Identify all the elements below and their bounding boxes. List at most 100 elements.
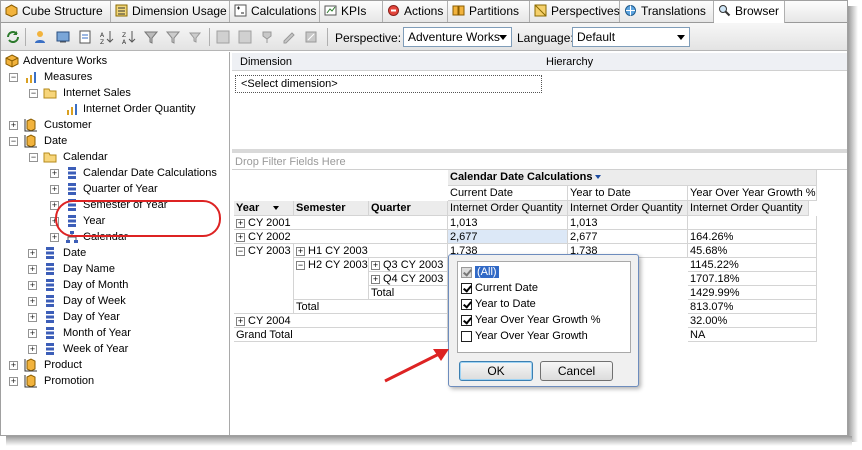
tree-node-quarter-of-year[interactable]: + Quarter of Year	[50, 182, 225, 198]
expand-icon[interactable]: +	[236, 317, 245, 326]
row-member-h1cy2003[interactable]: + H1 CY 2003	[294, 244, 448, 258]
tab-translations[interactable]: Translations	[620, 1, 714, 22]
dropdown-arrow-icon[interactable]	[595, 175, 602, 179]
row-header-semester[interactable]: Semester	[294, 201, 369, 216]
expand-icon[interactable]: +	[28, 345, 37, 354]
tree-node-week-of-year[interactable]: + Week of Year	[28, 342, 203, 358]
clear-results-icon[interactable]	[303, 29, 319, 45]
field-list-icon[interactable]	[237, 29, 253, 45]
dropdown-arrow-icon[interactable]	[273, 206, 280, 210]
collapse-icon[interactable]: −	[29, 89, 38, 98]
filter-icon[interactable]	[143, 29, 159, 45]
tab-calculations[interactable]: Calculations	[230, 1, 320, 22]
tree-node-measures[interactable]: − Measures	[9, 70, 189, 86]
row-member-q3cy2003[interactable]: + Q3 CY 2003	[369, 258, 448, 272]
row-header-year[interactable]: Year	[234, 201, 294, 216]
tree-node-customer[interactable]: + Customer	[9, 118, 189, 134]
calculations-icon	[234, 4, 247, 17]
row-member-h2cy2003[interactable]: − H2 CY 2003	[294, 258, 369, 300]
expand-icon[interactable]: +	[50, 185, 59, 194]
column-header-yoy-growth-pct[interactable]: Year Over Year Growth %	[688, 186, 817, 201]
expand-icon[interactable]: +	[50, 169, 59, 178]
sort-descending-icon[interactable]: ZA	[121, 29, 137, 45]
expand-icon[interactable]: +	[296, 247, 305, 256]
change-user-icon[interactable]	[33, 29, 49, 45]
column-header-current-date[interactable]: Current Date	[448, 186, 568, 201]
tree-node-promotion[interactable]: + Promotion	[9, 374, 189, 390]
checkbox[interactable]	[461, 315, 472, 326]
tab-actions[interactable]: Actions	[383, 1, 448, 22]
row-member-cy2002[interactable]: + CY 2002	[234, 230, 448, 244]
tree-node-day-of-week[interactable]: + Day of Week	[28, 294, 203, 310]
expand-icon[interactable]: +	[28, 297, 37, 306]
checkbox[interactable]	[461, 267, 472, 278]
table-cell: 1429.99%	[688, 286, 817, 300]
language-select[interactable]: Default	[572, 27, 690, 47]
checkbox[interactable]	[461, 283, 472, 294]
select-dimension-cell[interactable]: <Select dimension>	[235, 75, 542, 93]
collapse-icon[interactable]: −	[9, 73, 18, 82]
collapse-icon[interactable]: −	[29, 153, 38, 162]
drop-filter-fields-zone[interactable]: Drop Filter Fields Here	[235, 156, 346, 168]
tree-node-date[interactable]: − Date	[9, 134, 189, 150]
refresh-icon[interactable]	[5, 29, 21, 45]
autofilter-icon[interactable]	[165, 29, 181, 45]
pane-splitter[interactable]	[232, 149, 847, 153]
collapse-icon[interactable]: −	[236, 247, 245, 256]
column-header-year-to-date[interactable]: Year to Date	[568, 186, 688, 201]
expand-icon[interactable]: +	[28, 313, 37, 322]
expand-icon[interactable]: +	[9, 377, 18, 386]
tree-node-internet-sales[interactable]: − Internet Sales	[29, 86, 223, 102]
hierarchy-column-header: Hierarchy	[546, 56, 594, 68]
delete-icon[interactable]	[259, 29, 275, 45]
expand-icon[interactable]: +	[236, 233, 245, 242]
calculated-totals-icon[interactable]	[215, 29, 231, 45]
row-member-q4cy2003[interactable]: + Q4 CY 2003	[369, 272, 448, 286]
expand-icon[interactable]: +	[9, 361, 18, 370]
expand-icon[interactable]: +	[9, 121, 18, 130]
collapse-icon[interactable]: −	[9, 137, 18, 146]
row-header-quarter[interactable]: Quarter	[369, 201, 448, 216]
tab-kpis[interactable]: KPIs	[320, 1, 383, 22]
svg-text:A: A	[122, 39, 127, 45]
tab-partitions[interactable]: Partitions	[448, 1, 530, 22]
show-top-icon[interactable]	[187, 29, 203, 45]
tree-node-day-of-year[interactable]: + Day of Year	[28, 310, 203, 326]
tab-browser[interactable]: Browser	[714, 1, 785, 23]
sort-ascending-icon[interactable]: AZ	[99, 29, 115, 45]
tree-node-month-of-year[interactable]: + Month of Year	[28, 326, 203, 342]
ok-button[interactable]: OK	[459, 361, 533, 381]
expand-icon[interactable]: +	[28, 329, 37, 338]
tab-dimension-usage[interactable]: Dimension Usage	[111, 1, 230, 22]
tab-perspectives[interactable]: Perspectives	[530, 1, 620, 22]
auto-execute-icon[interactable]	[77, 29, 93, 45]
row-member-cy2004[interactable]: + CY 2004	[234, 314, 448, 328]
expand-icon[interactable]: +	[28, 281, 37, 290]
cancel-button[interactable]: Cancel	[540, 361, 613, 381]
tree-node-calendar-date-calculations[interactable]: + Calendar Date Calculations	[50, 166, 225, 182]
expand-icon[interactable]: +	[50, 233, 59, 242]
expand-icon[interactable]: +	[28, 249, 37, 258]
collapse-icon[interactable]: −	[296, 261, 305, 270]
tree-node-adventure-works[interactable]: Adventure Works	[5, 54, 185, 70]
reconnect-icon[interactable]	[55, 29, 71, 45]
tree-node-day-name[interactable]: + Day Name	[28, 262, 203, 278]
row-member-cy2001[interactable]: + CY 2001	[234, 216, 448, 230]
edit-icon[interactable]	[281, 29, 297, 45]
row-member-cy2003[interactable]: − CY 2003	[234, 244, 294, 314]
perspective-select[interactable]: Adventure Works	[403, 27, 512, 47]
column-field-header[interactable]: Calendar Date Calculations	[448, 170, 817, 186]
tree-node-date-attribute[interactable]: + Date	[28, 246, 203, 262]
checkbox[interactable]	[461, 331, 472, 342]
expand-icon[interactable]: +	[236, 219, 245, 228]
tree-node-day-of-month[interactable]: + Day of Month	[28, 278, 203, 294]
attribute-icon	[46, 279, 54, 291]
expand-icon[interactable]: +	[371, 275, 380, 284]
tree-node-product[interactable]: + Product	[9, 358, 189, 374]
tree-node-calendar-folder[interactable]: − Calendar	[29, 150, 223, 166]
expand-icon[interactable]: +	[28, 265, 37, 274]
tree-node-internet-order-quantity[interactable]: Internet Order Quantity	[65, 102, 235, 118]
tab-cube-structure[interactable]: Cube Structure	[1, 1, 111, 22]
expand-icon[interactable]: +	[371, 261, 380, 270]
checkbox[interactable]	[461, 299, 472, 310]
